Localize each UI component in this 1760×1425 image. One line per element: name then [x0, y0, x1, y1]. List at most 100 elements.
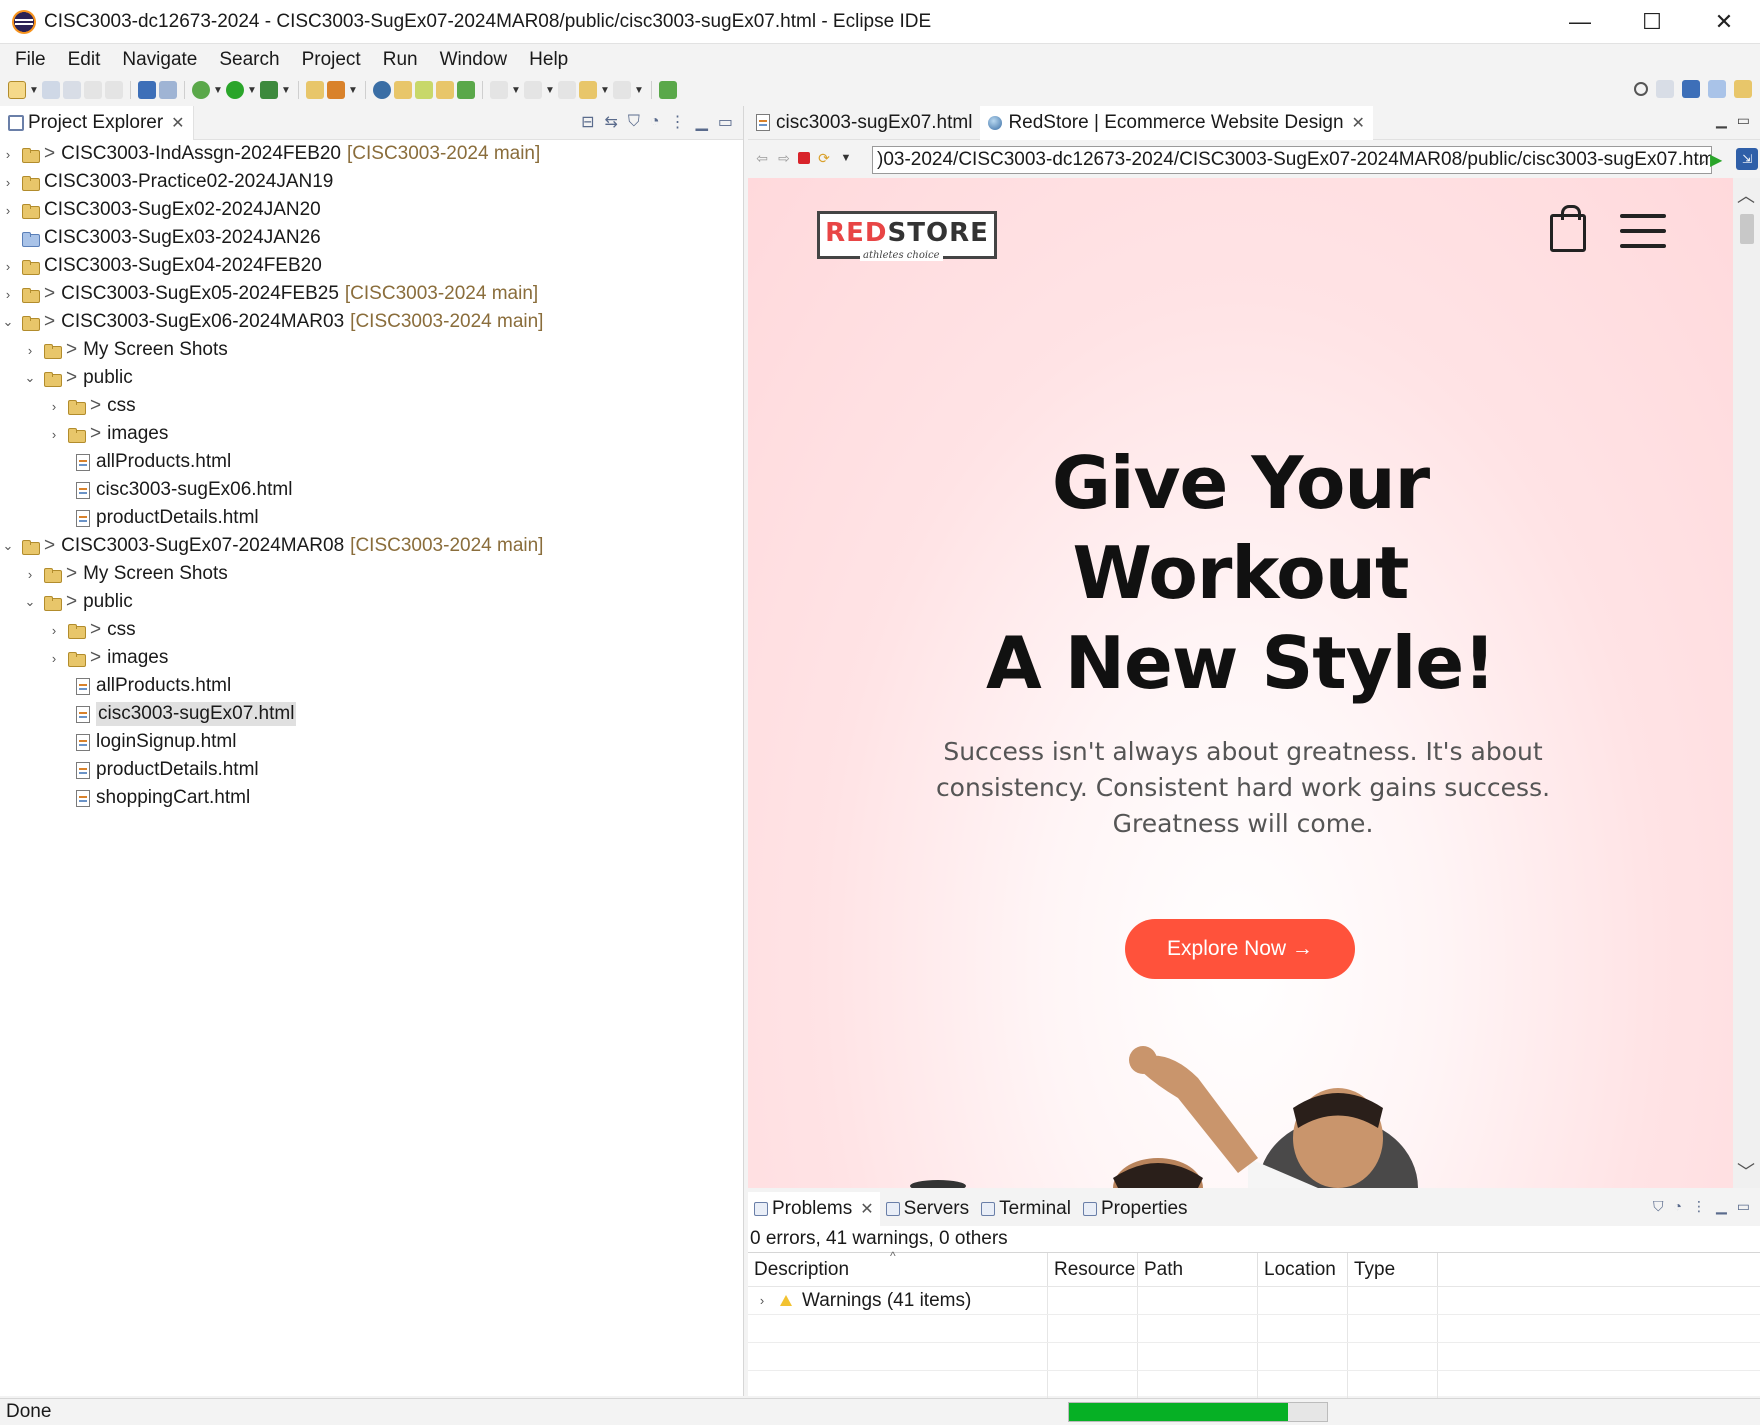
new-class-icon[interactable]: [436, 81, 454, 99]
menu-search[interactable]: Search: [208, 44, 290, 76]
tree-item-file[interactable]: cisc3003-sugEx06.html: [0, 476, 743, 504]
expand-icon[interactable]: ›: [46, 623, 62, 638]
terminal-icon[interactable]: [138, 81, 156, 99]
tree-item-project[interactable]: › CISC3003-Practice02-2024JAN19: [0, 168, 743, 196]
menu-window[interactable]: Window: [429, 44, 519, 76]
expand-icon[interactable]: ›: [0, 175, 16, 190]
expand-icon[interactable]: ›: [22, 567, 38, 582]
coverage-dropdown-icon[interactable]: ▼: [281, 85, 291, 96]
expand-icon[interactable]: ›: [0, 287, 16, 302]
skip-breakpoints-icon[interactable]: [159, 81, 177, 99]
link-with-editor-icon[interactable]: ⇆: [604, 112, 617, 132]
menu-project[interactable]: Project: [291, 44, 372, 76]
column-header-location[interactable]: Location: [1258, 1253, 1348, 1286]
forward-dropdown-icon[interactable]: ▼: [634, 85, 644, 96]
tree-item-folder[interactable]: › > My Screen Shots: [0, 560, 743, 588]
go-icon[interactable]: ▶: [1710, 150, 1722, 170]
open-type-icon[interactable]: [306, 81, 324, 99]
next-annotation-icon[interactable]: [490, 81, 508, 99]
filter-icon[interactable]: ⛉: [628, 113, 640, 131]
minimize-button[interactable]: —: [1544, 0, 1616, 44]
view-menu-icon[interactable]: ⋮: [1692, 1198, 1706, 1215]
tree-item-file[interactable]: shoppingCart.html: [0, 784, 743, 812]
tree-item-project[interactable]: › CISC3003-SugEx02-2024JAN20: [0, 196, 743, 224]
expand-icon[interactable]: ›: [0, 147, 16, 162]
tree-item-project[interactable]: ⌄ > CISC3003-SugEx07-2024MAR08 [CISC3003…: [0, 532, 743, 560]
last-edit-icon[interactable]: [558, 81, 576, 99]
run-icon[interactable]: [226, 81, 244, 99]
tree-item-folder[interactable]: › > css: [0, 616, 743, 644]
tree-item-project[interactable]: › > CISC3003-SugEx05-2024FEB25 [CISC3003…: [0, 280, 743, 308]
expand-icon[interactable]: ›: [46, 427, 62, 442]
chevron-down-icon[interactable]: ⌄: [1697, 147, 1707, 173]
expand-icon[interactable]: ›: [0, 203, 16, 218]
tree-item-folder[interactable]: ⌄ > public: [0, 588, 743, 616]
menu-edit[interactable]: Edit: [57, 44, 112, 76]
maximize-view-icon[interactable]: ▭: [1737, 1198, 1750, 1215]
column-header-type[interactable]: Type: [1348, 1253, 1438, 1286]
scroll-down-icon[interactable]: ﹀: [1737, 1158, 1755, 1184]
tab-html-source[interactable]: cisc3003-sugEx07.html: [748, 106, 980, 140]
close-icon[interactable]: ✕: [171, 113, 184, 133]
column-header-description[interactable]: ^ Description: [748, 1249, 1048, 1286]
url-input[interactable]: )03-2024/CISC3003-dc12673-2024/CISC3003-…: [872, 146, 1712, 174]
save-icon[interactable]: [42, 81, 60, 99]
redo-icon[interactable]: [105, 81, 123, 99]
tree-item-file[interactable]: allProducts.html: [0, 448, 743, 476]
new-icon[interactable]: [8, 81, 26, 99]
close-button[interactable]: ✕: [1688, 0, 1760, 44]
tab-servers[interactable]: Servers: [880, 1192, 975, 1226]
view-menu-icon[interactable]: ⋮: [670, 112, 686, 132]
open-external-icon[interactable]: ⇲: [1736, 148, 1758, 170]
collapse-icon[interactable]: ⌄: [22, 370, 38, 386]
collapse-icon[interactable]: ⌄: [22, 594, 38, 610]
redstore-logo[interactable]: REDSTORE athletes choice: [817, 211, 997, 261]
tree-item-file[interactable]: loginSignup.html: [0, 728, 743, 756]
save-all-icon[interactable]: [63, 81, 81, 99]
sync-icon[interactable]: [457, 81, 475, 99]
browser-vertical-scrollbar[interactable]: ︿ ﹀: [1733, 178, 1760, 1188]
undo-icon[interactable]: [84, 81, 102, 99]
resource-perspective-icon[interactable]: [1734, 80, 1752, 98]
tab-web-browser[interactable]: RedStore | Ecommerce Website Design ✕: [980, 105, 1373, 140]
back-dropdown-icon[interactable]: ▼: [600, 85, 610, 96]
explore-now-button[interactable]: Explore Now →: [1125, 919, 1355, 979]
minimize-view-icon[interactable]: ▁: [1716, 1198, 1727, 1215]
external-tools-icon[interactable]: [327, 81, 345, 99]
java-perspective-icon[interactable]: [1682, 80, 1700, 98]
tree-item-file[interactable]: productDetails.html: [0, 756, 743, 784]
table-row[interactable]: › Warnings (41 items): [748, 1287, 1760, 1315]
back-icon[interactable]: ⇦: [754, 150, 770, 167]
expand-icon[interactable]: ›: [46, 651, 62, 666]
column-header-path[interactable]: Path: [1138, 1253, 1258, 1286]
expand-icon[interactable]: ›: [754, 1293, 770, 1308]
forward-icon[interactable]: ⇨: [776, 150, 792, 167]
hamburger-menu-icon[interactable]: [1620, 214, 1666, 248]
minimize-view-icon[interactable]: ▁: [696, 112, 708, 132]
menu-file[interactable]: File: [4, 44, 57, 76]
focus-icon[interactable]: ◔: [650, 113, 660, 131]
tree-item-file[interactable]: allProducts.html: [0, 672, 743, 700]
tree-item-project[interactable]: › > CISC3003-IndAssgn-2024FEB20 [CISC300…: [0, 140, 743, 168]
close-icon[interactable]: ✕: [860, 1199, 873, 1219]
close-icon[interactable]: ✕: [1352, 113, 1365, 133]
collapse-icon[interactable]: ⌄: [0, 538, 16, 554]
menu-run[interactable]: Run: [372, 44, 429, 76]
scrollbar-thumb[interactable]: [1740, 214, 1754, 244]
tree-item-project[interactable]: › CISC3003-SugEx04-2024FEB20: [0, 252, 743, 280]
menu-navigate[interactable]: Navigate: [111, 44, 208, 76]
pin-editor-icon[interactable]: [659, 81, 677, 99]
tree-item-file[interactable]: productDetails.html: [0, 504, 743, 532]
history-dropdown-icon[interactable]: ▼: [838, 152, 854, 164]
focus-icon[interactable]: ◔: [1674, 1198, 1682, 1215]
tab-project-explorer[interactable]: Project Explorer ✕: [0, 105, 194, 140]
tree-item-folder[interactable]: › > images: [0, 644, 743, 672]
back-icon[interactable]: [579, 81, 597, 99]
tree-item-project[interactable]: ⌄ > CISC3003-SugEx06-2024MAR03 [CISC3003…: [0, 308, 743, 336]
coverage-icon[interactable]: [260, 81, 278, 99]
maximize-view-icon[interactable]: ▭: [718, 112, 733, 132]
minimize-editor-icon[interactable]: ▁: [1716, 112, 1727, 129]
column-header-resource[interactable]: Resource: [1048, 1253, 1138, 1286]
filter-icon[interactable]: ⛉: [1653, 1198, 1664, 1215]
new-project-icon[interactable]: [394, 81, 412, 99]
